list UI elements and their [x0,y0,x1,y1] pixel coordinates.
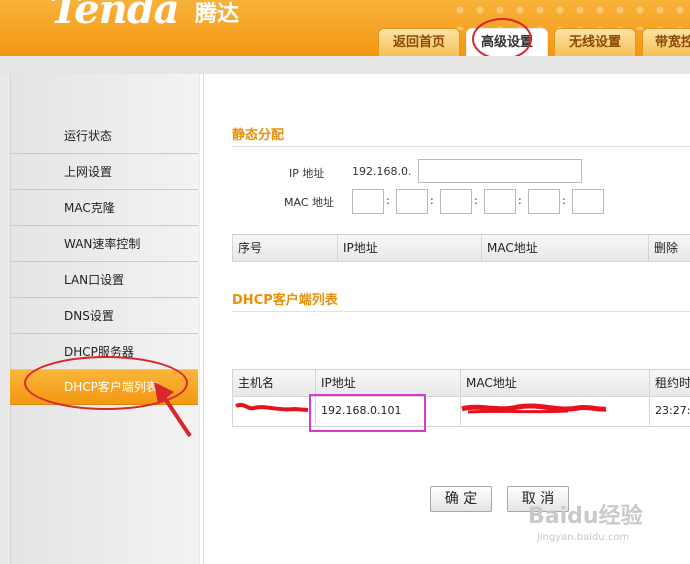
col-delete: 删除 [648,235,690,261]
divider [232,311,690,312]
mac-label: MAC 地址 [284,196,334,209]
tab-home[interactable]: 返回首页 [378,28,460,56]
sidebar-item-mac-clone[interactable]: MAC克隆 [10,191,198,226]
mac-octet-2-input[interactable] [396,189,428,214]
client-list-title: DHCP客户端列表 [232,293,338,308]
mac-colon: : [430,194,434,207]
sidebar-item-run-status[interactable]: 运行状态 [10,119,198,154]
tab-wireless-settings[interactable]: 无线设置 [554,28,636,56]
tab-bandwidth-control[interactable]: 带宽控 [642,28,690,56]
mac-octet-5-input[interactable] [528,189,560,214]
col-index: 序号 [238,241,263,255]
col-ip: IP地址 [315,370,461,396]
divider [232,146,690,147]
tab-advanced-settings[interactable]: 高级设置 [466,28,548,56]
sidebar-item-internet-settings[interactable]: 上网设置 [10,155,198,190]
static-table-header: 序号 IP地址 MAC地址 删除 [232,234,690,262]
col-ip: IP地址 [337,235,482,261]
mac-octet-1-input[interactable] [352,189,384,214]
lease-cell: 23:27: [649,397,690,425]
mac-octet-3-input[interactable] [440,189,472,214]
col-lease: 租约时 [649,370,690,396]
sidebar-item-lan-settings[interactable]: LAN口设置 [10,263,198,298]
client-table-header: 主机名 IP地址 MAC地址 租约时 [232,369,690,397]
sidebar-item-wan-rate-control[interactable]: WAN速率控制 [10,227,198,262]
redaction-scribble-hostname [235,402,309,412]
mac-octet-6-input[interactable] [572,189,604,214]
header-dot-pattern [450,0,690,30]
annotation-arrow-icon [154,382,192,438]
sidebar-item-dhcp-server[interactable]: DHCP服务器 [10,335,198,370]
mac-colon: : [386,194,390,207]
ip-label: IP 地址 [289,167,325,180]
col-hostname: 主机名 [238,376,275,390]
col-mac: MAC地址 [460,370,650,396]
ip-last-octet-input[interactable] [418,159,582,183]
redaction-scribble-mac [461,403,607,414]
baidu-watermark: Baidu经验 [528,504,643,529]
static-section-title: 静态分配 [232,128,285,143]
header-band [0,56,690,74]
sidebar-item-dns-settings[interactable]: DNS设置 [10,299,198,334]
header-bar: Tenda 腾达 返回首页 高级设置 无线设置 带宽控 [0,0,690,56]
baidu-watermark-url: jingyan.baidu.com [537,532,630,543]
mac-octet-4-input[interactable] [484,189,516,214]
ip-prefix: 192.168.0. [352,165,412,178]
mac-colon: : [474,194,478,207]
mac-colon: : [562,194,566,207]
tenda-logo: Tenda [50,0,180,33]
ok-button[interactable]: 确 定 [430,486,492,512]
mac-colon: : [518,194,522,207]
col-mac: MAC地址 [481,235,649,261]
annotation-highlight-box [309,394,426,432]
tenda-logo-cn: 腾达 [195,2,240,27]
